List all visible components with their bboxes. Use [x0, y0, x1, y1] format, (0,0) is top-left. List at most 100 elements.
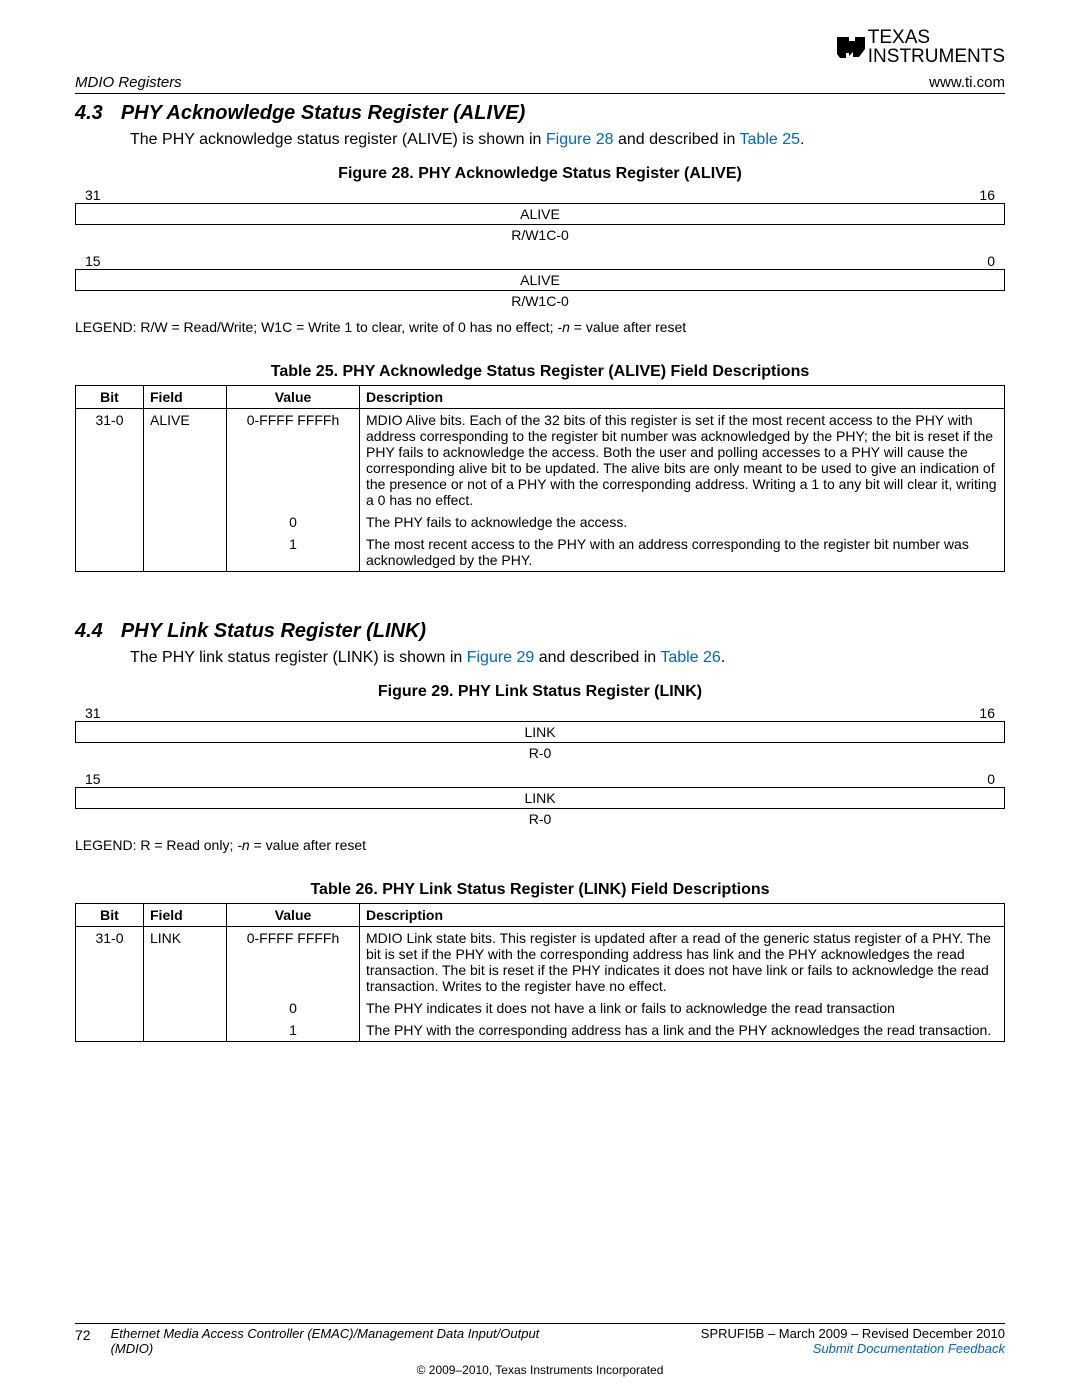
bit-31: 31 — [85, 705, 101, 721]
table-26-link[interactable]: Table 26 — [660, 649, 721, 666]
page: TEXAS INSTRUMENTS MDIO Registers www.ti.… — [0, 0, 1080, 1397]
section-4-3-heading: PHY Acknowledge Status Register (ALIVE) — [121, 102, 526, 124]
table-row: 1 The most recent access to the PHY with… — [76, 533, 1005, 572]
bit-31: 31 — [85, 187, 101, 203]
intro-text: The PHY acknowledge status register (ALI… — [130, 131, 546, 148]
cell-empty — [144, 997, 227, 1019]
cell-value: 0-FFFF FFFFh — [227, 927, 360, 998]
section-4-4-num: 4.4 — [75, 620, 103, 642]
table-26: Bit Field Value Description 31-0 LINK 0-… — [75, 903, 1005, 1042]
col-description: Description — [360, 904, 1005, 927]
table-row: 0 The PHY fails to acknowledge the acces… — [76, 511, 1005, 533]
cell-empty — [76, 533, 144, 572]
cell-value: 1 — [227, 533, 360, 572]
bit-15: 15 — [85, 771, 101, 787]
table-25-title: Table 25. PHY Acknowledge Status Registe… — [75, 363, 1005, 381]
intro-text: The PHY link status register (LINK) is s… — [130, 649, 467, 666]
ti-chip-icon — [834, 32, 868, 62]
col-bit: Bit — [76, 904, 144, 927]
cell-desc: The PHY with the corresponding address h… — [360, 1019, 1005, 1042]
cell-empty — [76, 1019, 144, 1042]
bit-16: 16 — [979, 187, 995, 203]
header-bar: MDIO Registers www.ti.com — [75, 74, 1005, 94]
section-4-4-title: 4.4 PHY Link Status Register (LINK) — [75, 620, 1005, 643]
reg-field-link-hi: LINK — [75, 721, 1005, 743]
cell-field: LINK — [144, 927, 227, 998]
figure-29-legend: LEGEND: R = Read only; -n = value after … — [75, 837, 1005, 853]
col-description: Description — [360, 386, 1005, 409]
table-row: 31-0 LINK 0-FFFF FFFFh MDIO Link state b… — [76, 927, 1005, 998]
footer: 72 Ethernet Media Access Controller (EMA… — [75, 1323, 1005, 1377]
legend-text: = value after reset — [254, 837, 366, 853]
table-row: 0 The PHY indicates it does not have a l… — [76, 997, 1005, 1019]
figure-28-legend: LEGEND: R/W = Read/Write; W1C = Write 1 … — [75, 319, 1005, 335]
figure-28-link[interactable]: Figure 28 — [546, 131, 614, 148]
submit-feedback-link[interactable]: Submit Documentation Feedback — [813, 1341, 1005, 1356]
reg-access-lo: R/W1C-0 — [75, 293, 1005, 309]
col-bit: Bit — [76, 386, 144, 409]
table-26-title: Table 26. PHY Link Status Register (LINK… — [75, 881, 1005, 899]
cell-bit: 31-0 — [76, 409, 144, 512]
footer-line: 72 Ethernet Media Access Controller (EMA… — [75, 1323, 1005, 1357]
cell-desc: The most recent access to the PHY with a… — [360, 533, 1005, 572]
ti-logo-text: TEXAS INSTRUMENTS — [868, 28, 1005, 66]
footer-left: 72 Ethernet Media Access Controller (EMA… — [75, 1327, 571, 1357]
reg-access-hi: R-0 — [75, 745, 1005, 761]
legend-n: -n — [237, 837, 253, 853]
cell-desc: The PHY indicates it does not have a lin… — [360, 997, 1005, 1019]
reg-field-alive-hi: ALIVE — [75, 203, 1005, 225]
header-right: www.ti.com — [929, 74, 1005, 91]
logo-row: TEXAS INSTRUMENTS — [75, 28, 1005, 66]
cell-value: 0-FFFF FFFFh — [227, 409, 360, 512]
intro-text: and described in — [614, 131, 740, 148]
col-field: Field — [144, 386, 227, 409]
section-4-3-title: 4.3 PHY Acknowledge Status Register (ALIV… — [75, 102, 1005, 125]
logo-text-bottom: INSTRUMENTS — [868, 47, 1005, 66]
bit-row-hi: 31 16 — [75, 187, 1005, 203]
cell-empty — [76, 511, 144, 533]
figure-28: 31 16 ALIVE R/W1C-0 15 0 ALIVE R/W1C-0 — [75, 187, 1005, 309]
figure-29-title: Figure 29. PHY Link Status Register (LIN… — [75, 683, 1005, 701]
legend-text: = value after reset — [574, 319, 686, 335]
footer-doc-title: Ethernet Media Access Controller (EMAC)/… — [111, 1327, 571, 1357]
section-4-4-intro: The PHY link status register (LINK) is s… — [130, 649, 1005, 667]
legend-n: -n — [557, 319, 573, 335]
col-value: Value — [227, 904, 360, 927]
intro-text: . — [800, 131, 804, 148]
reg-access-hi: R/W1C-0 — [75, 227, 1005, 243]
section-4-3-intro: The PHY acknowledge status register (ALI… — [130, 131, 1005, 149]
table-header-row: Bit Field Value Description — [76, 904, 1005, 927]
figure-29-link[interactable]: Figure 29 — [467, 649, 535, 666]
cell-desc: MDIO Alive bits. Each of the 32 bits of … — [360, 409, 1005, 512]
reg-field-link-lo: LINK — [75, 787, 1005, 809]
copyright: © 2009–2010, Texas Instruments Incorpora… — [75, 1363, 1005, 1377]
cell-empty — [144, 1019, 227, 1042]
cell-value: 0 — [227, 511, 360, 533]
cell-desc: MDIO Link state bits. This register is u… — [360, 927, 1005, 998]
bit-15: 15 — [85, 253, 101, 269]
page-number: 72 — [75, 1327, 91, 1357]
cell-empty — [144, 533, 227, 572]
section-4-3-num: 4.3 — [75, 102, 103, 124]
cell-field: ALIVE — [144, 409, 227, 512]
col-value: Value — [227, 386, 360, 409]
header-left: MDIO Registers — [75, 74, 182, 91]
figure-28-title: Figure 28. PHY Acknowledge Status Regist… — [75, 165, 1005, 183]
cell-value: 0 — [227, 997, 360, 1019]
cell-desc: The PHY fails to acknowledge the access. — [360, 511, 1005, 533]
table-25-link[interactable]: Table 25 — [740, 131, 801, 148]
footer-docnum: SPRUFI5B – March 2009 – Revised December… — [701, 1327, 1005, 1342]
intro-text: and described in — [534, 649, 660, 666]
reg-access-lo: R-0 — [75, 811, 1005, 827]
table-header-row: Bit Field Value Description — [76, 386, 1005, 409]
cell-empty — [144, 511, 227, 533]
legend-text: LEGEND: R/W = Read/Write; W1C = Write 1 … — [75, 319, 557, 335]
cell-bit: 31-0 — [76, 927, 144, 998]
footer-right: SPRUFI5B – March 2009 – Revised December… — [701, 1327, 1005, 1357]
col-field: Field — [144, 904, 227, 927]
bit-row-lo: 15 0 — [75, 771, 1005, 787]
intro-text: . — [721, 649, 725, 666]
table-row: 1 The PHY with the corresponding address… — [76, 1019, 1005, 1042]
section-4-4-heading: PHY Link Status Register (LINK) — [121, 620, 426, 642]
table-25: Bit Field Value Description 31-0 ALIVE 0… — [75, 385, 1005, 572]
